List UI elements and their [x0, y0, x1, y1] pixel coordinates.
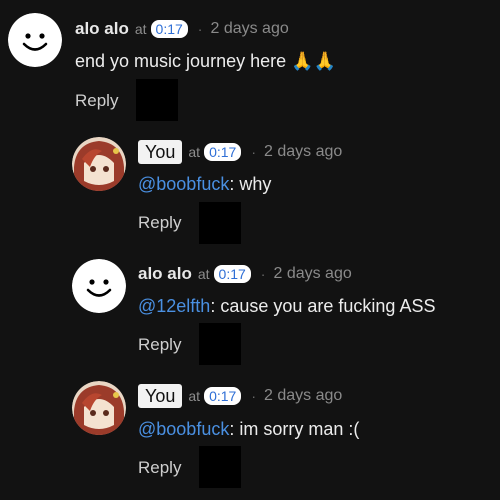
comment-text-content: end yo music journey here 🙏🙏: [75, 51, 336, 71]
timestamp-link[interactable]: 0:17: [204, 143, 242, 161]
reply-button[interactable]: Reply: [138, 456, 181, 480]
timestamp-link[interactable]: 0:17: [213, 265, 251, 283]
at-label: at: [197, 266, 210, 282]
separator-dot: ·: [251, 388, 256, 404]
at-label: at: [188, 144, 201, 160]
comment-author[interactable]: You: [138, 384, 183, 408]
reply-button[interactable]: Reply: [138, 211, 181, 235]
anime-avatar-icon[interactable]: [72, 381, 126, 435]
anime-avatar-icon[interactable]: [72, 137, 126, 191]
posted-time: 2 days ago: [263, 143, 343, 160]
mention-link[interactable]: @boobfuck: [138, 174, 229, 194]
separator-dot: ·: [251, 144, 256, 160]
redacted-block: [199, 446, 241, 488]
comment-author[interactable]: alo alo: [75, 19, 129, 39]
at-label: at: [188, 388, 201, 404]
comment-text: @boobfuck: why: [138, 172, 271, 196]
comment-text-content: : cause you are fucking ASS: [210, 296, 436, 316]
comment-text: @12elfth: cause you are fucking ASS: [138, 294, 435, 318]
posted-time: 2 days ago: [210, 20, 289, 37]
posted-time: 2 days ago: [263, 387, 343, 404]
timestamp-link[interactable]: 0:17: [204, 387, 242, 405]
comment-text-content: : why: [229, 174, 272, 194]
posted-time: 2 days ago: [273, 265, 352, 282]
reply-button[interactable]: Reply: [138, 333, 181, 357]
redacted-block: [136, 79, 178, 121]
reply-button[interactable]: Reply: [75, 89, 118, 113]
at-label: at: [134, 21, 147, 37]
comment-author[interactable]: You: [138, 140, 183, 164]
smiley-avatar-icon[interactable]: [8, 13, 62, 67]
comment-text-content: : im sorry man :(: [229, 419, 360, 439]
comment-text: @boobfuck: im sorry man :(: [138, 417, 359, 441]
mention-link[interactable]: @boobfuck: [138, 419, 229, 439]
comment-text: end yo music journey here 🙏🙏: [75, 49, 336, 73]
comment-author[interactable]: alo alo: [138, 264, 192, 284]
smiley-avatar-icon[interactable]: [72, 259, 126, 313]
separator-dot: ·: [197, 21, 203, 37]
separator-dot: ·: [260, 266, 266, 282]
redacted-block: [199, 202, 241, 244]
timestamp-link[interactable]: 0:17: [150, 20, 188, 38]
redacted-block: [199, 323, 241, 365]
mention-link[interactable]: @12elfth: [138, 296, 210, 316]
